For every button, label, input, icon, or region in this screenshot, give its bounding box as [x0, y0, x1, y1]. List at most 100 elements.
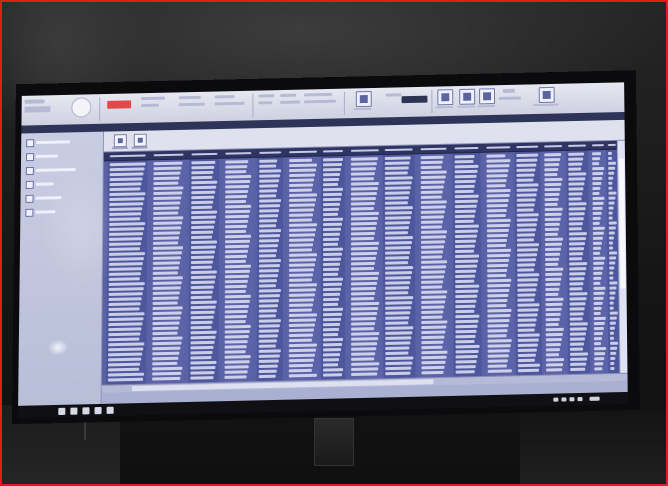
- table-cell[interactable]: [420, 175, 446, 180]
- table-cell[interactable]: [593, 337, 603, 341]
- table-cell[interactable]: [190, 295, 212, 300]
- table-cell[interactable]: [609, 266, 615, 270]
- table-cell[interactable]: [322, 363, 339, 367]
- table-cell[interactable]: [350, 191, 377, 196]
- table-cell[interactable]: [288, 303, 313, 307]
- table-cell[interactable]: [288, 363, 313, 368]
- table-cell[interactable]: [289, 213, 314, 217]
- table-cell[interactable]: [610, 351, 617, 355]
- table-cell[interactable]: [568, 162, 583, 166]
- table-cell[interactable]: [421, 315, 443, 320]
- table-cell[interactable]: [190, 376, 214, 380]
- table-cell[interactable]: [544, 153, 562, 157]
- table-cell[interactable]: [420, 210, 445, 214]
- table-cell[interactable]: [454, 214, 475, 219]
- table-cell[interactable]: [487, 354, 509, 358]
- table-cell[interactable]: [225, 209, 251, 214]
- table-cell[interactable]: [385, 246, 412, 250]
- table-cell[interactable]: [385, 286, 410, 290]
- table-cell[interactable]: [259, 179, 280, 183]
- table-cell[interactable]: [568, 227, 582, 231]
- table-cell[interactable]: [385, 276, 412, 280]
- table-cell[interactable]: [288, 323, 315, 328]
- table-cell[interactable]: [545, 287, 560, 292]
- column-header[interactable]: [191, 152, 218, 156]
- table-cell[interactable]: [350, 196, 376, 201]
- table-cell[interactable]: [545, 317, 560, 322]
- table-cell[interactable]: [592, 196, 605, 201]
- refresh-icon[interactable]: [113, 134, 127, 148]
- table-cell[interactable]: [385, 291, 409, 295]
- table-cell[interactable]: [454, 189, 474, 194]
- table-cell[interactable]: [225, 204, 252, 209]
- table-cell[interactable]: [454, 179, 476, 184]
- table-cell[interactable]: [544, 207, 563, 212]
- table-cell[interactable]: [609, 296, 615, 300]
- table-cell[interactable]: [516, 158, 538, 162]
- table-cell[interactable]: [259, 214, 279, 218]
- table-cell[interactable]: [592, 241, 602, 245]
- table-cell[interactable]: [385, 356, 414, 361]
- table-cell[interactable]: [487, 364, 507, 368]
- table-cell[interactable]: [350, 162, 377, 166]
- table-cell[interactable]: [455, 314, 480, 319]
- table-cell[interactable]: [545, 292, 559, 297]
- ribbon-command[interactable]: [178, 102, 205, 107]
- table-cell[interactable]: [191, 240, 218, 245]
- table-cell[interactable]: [592, 157, 601, 161]
- table-cell[interactable]: [517, 353, 536, 358]
- table-cell[interactable]: [190, 371, 215, 375]
- table-cell[interactable]: [607, 151, 612, 155]
- table-cell[interactable]: [258, 354, 280, 358]
- table-cell[interactable]: [259, 184, 279, 188]
- table-cell[interactable]: [258, 359, 279, 363]
- table-cell[interactable]: [190, 320, 213, 325]
- table-cell[interactable]: [517, 298, 535, 302]
- table-cell[interactable]: [569, 312, 584, 316]
- table-cell[interactable]: [569, 272, 586, 276]
- table-cell[interactable]: [544, 217, 561, 222]
- table-cell[interactable]: [289, 208, 315, 212]
- table-cell[interactable]: [420, 155, 444, 160]
- table-cell[interactable]: [545, 348, 560, 352]
- table-cell[interactable]: [323, 227, 341, 232]
- table-cell[interactable]: [323, 192, 342, 197]
- table-cell[interactable]: [592, 171, 604, 176]
- table-cell[interactable]: [191, 185, 217, 190]
- table-cell[interactable]: [544, 167, 559, 172]
- table-cell[interactable]: [191, 215, 217, 220]
- table-cell[interactable]: [421, 320, 448, 325]
- table-cell[interactable]: [421, 255, 443, 259]
- table-cell[interactable]: [517, 318, 537, 322]
- dropdown-selector[interactable]: [401, 95, 428, 104]
- table-cell[interactable]: [517, 323, 536, 327]
- table-cell[interactable]: [517, 348, 537, 353]
- table-cell[interactable]: [593, 286, 606, 290]
- table-cell[interactable]: [225, 199, 247, 204]
- table-cell[interactable]: [288, 368, 312, 373]
- tray-icon[interactable]: [569, 397, 575, 402]
- table-cell[interactable]: [288, 333, 313, 338]
- table-cell[interactable]: [385, 346, 410, 351]
- table-cell[interactable]: [593, 326, 604, 331]
- table-cell[interactable]: [323, 207, 339, 212]
- table-cell[interactable]: [455, 299, 477, 304]
- table-cell[interactable]: [191, 230, 214, 235]
- table-cell[interactable]: [322, 322, 341, 327]
- table-cell[interactable]: [259, 199, 282, 203]
- table-cell[interactable]: [486, 179, 507, 183]
- table-cell[interactable]: [224, 324, 251, 329]
- table-cell[interactable]: [593, 331, 603, 336]
- table-cell[interactable]: [190, 285, 214, 290]
- table-cell[interactable]: [288, 358, 314, 363]
- column-header[interactable]: [384, 148, 413, 152]
- table-cell[interactable]: [609, 281, 618, 285]
- table-cell[interactable]: [384, 221, 410, 225]
- table-cell[interactable]: [323, 172, 340, 177]
- table-cell[interactable]: [385, 341, 411, 345]
- table-cell[interactable]: [323, 222, 342, 227]
- table-cell[interactable]: [288, 353, 315, 358]
- table-cell[interactable]: [569, 262, 588, 266]
- table-cell[interactable]: [351, 256, 377, 261]
- table-cell[interactable]: [609, 271, 614, 275]
